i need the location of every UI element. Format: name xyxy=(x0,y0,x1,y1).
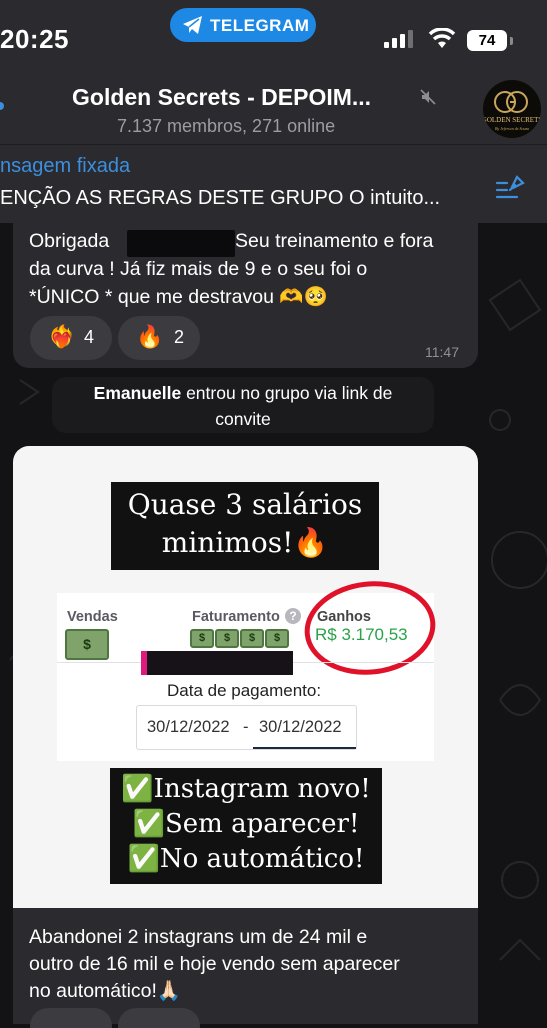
message-image[interactable]: Quase 3 salários minimos!🔥 Vendas $ Fatu… xyxy=(13,446,478,908)
avatar[interactable]: GOLDEN SECRETS By Jeferson de Souza xyxy=(483,80,541,138)
status-bar: 20:25 TELEGRAM 74 xyxy=(0,0,547,62)
pinned-label: nsagem fixada xyxy=(0,155,131,177)
telegram-label: TELEGRAM xyxy=(210,16,310,35)
clock: 20:25 xyxy=(0,24,69,54)
banner-top: Quase 3 salários minimos!🔥 xyxy=(111,482,379,570)
sales-dashboard: Vendas $ Faturamento ? $ $ $ $ Ganhos R$… xyxy=(57,581,436,761)
wifi-icon xyxy=(428,28,456,48)
reaction-pill[interactable] xyxy=(118,1008,200,1028)
battery-icon: 74 xyxy=(467,30,507,51)
back-indicator[interactable] xyxy=(0,102,4,110)
chat-header[interactable]: Golden Secrets - DEPOIM... 7.137 membros… xyxy=(0,62,547,144)
chat-title: Golden Secrets - DEPOIM... xyxy=(72,84,372,110)
payment-date-label: Data de pagamento: xyxy=(167,681,322,700)
pinned-text: ENÇÃO AS REGRAS DESTE GRUPO O intuito... xyxy=(0,187,441,209)
reaction-count: 4 xyxy=(84,327,95,347)
banner-line: ✅Sem aparecer! xyxy=(132,809,360,839)
banner-bottom: ✅Instagram novo! ✅Sem aparecer! ✅No auto… xyxy=(110,768,382,884)
message-bubble[interactable]: Obrigada Seu treinamento e fora da curva… xyxy=(13,222,478,368)
return-to-telegram-pill[interactable]: TELEGRAM xyxy=(170,8,316,42)
message-line: Abandonei 2 instagrans um de 24 mil e xyxy=(29,926,368,948)
message-line: Seu treinamento e fora xyxy=(235,230,434,252)
banner-line: ✅Instagram novo! xyxy=(121,774,371,804)
message-line: da curva ! Já fiz mais de 9 e o seu foi … xyxy=(29,258,368,280)
col-faturamento: Faturamento xyxy=(192,609,280,625)
redacted-block xyxy=(141,651,293,675)
battery-tip xyxy=(510,37,513,45)
banner-line: minimos!🔥 xyxy=(161,526,329,559)
date-to: 30/12/2022 xyxy=(259,718,342,736)
reaction-fire[interactable]: 🔥 2 xyxy=(118,316,200,360)
mute-icon xyxy=(420,89,436,105)
message-line: Obrigada xyxy=(29,230,110,252)
service-text-line2: convite xyxy=(215,409,271,429)
message-line: outro de 16 mil e hoje vendo sem aparece… xyxy=(29,953,400,975)
money-icon: $ xyxy=(265,629,289,648)
reaction-count: 2 xyxy=(174,327,185,347)
date-separator: - xyxy=(243,718,249,736)
member-count: 7.137 membros, 271 online xyxy=(117,116,336,136)
pinned-message-bar[interactable]: nsagem fixada ENÇÃO AS REGRAS DESTE GRUP… xyxy=(0,144,547,223)
banner-line: ✅No automático! xyxy=(127,844,365,874)
avatar-script: By Jeferson de Souza xyxy=(495,126,529,131)
reaction-emoji: 🔥 xyxy=(136,324,164,349)
money-icon: $ xyxy=(65,629,109,660)
money-icon: $ xyxy=(240,629,264,648)
telegram-plane-icon xyxy=(183,16,202,34)
message-time: 11:47 xyxy=(425,344,459,360)
service-message: Emanuelle entrou no grupo via link de co… xyxy=(52,377,434,433)
reaction-pill[interactable] xyxy=(30,1008,112,1028)
money-icon: $ xyxy=(190,629,214,648)
date-underline xyxy=(253,747,356,749)
reaction-fire-heart[interactable]: ❤️‍🔥 4 xyxy=(30,316,112,360)
message-bubble[interactable]: Abandonei 2 instagrans um de 24 mil e ou… xyxy=(13,908,478,1028)
message-line: no automático!🙏🏻 xyxy=(29,980,182,1002)
red-circle-annotation xyxy=(304,581,436,675)
avatar-text: GOLDEN SECRETS xyxy=(483,116,541,124)
message-text: Obrigada xyxy=(29,228,109,256)
service-text: entrou no grupo via link de xyxy=(181,383,393,403)
joined-user-name: Emanuelle xyxy=(93,383,182,403)
date-from: 30/12/2022 xyxy=(147,718,230,736)
col-vendas: Vendas xyxy=(67,609,118,625)
redacted-name xyxy=(127,230,235,257)
signal-icon xyxy=(384,30,413,48)
date-range-field: 30/12/2022 - 30/12/2022 xyxy=(136,705,357,750)
reaction-emoji: ❤️‍🔥 xyxy=(48,324,76,349)
money-icon: $ xyxy=(215,629,239,648)
pin-list-icon[interactable] xyxy=(495,173,527,201)
banner-line: Quase 3 salários xyxy=(127,488,363,521)
message-line: *ÚNICO * que me destravou 🫶🥺 xyxy=(29,286,328,308)
golden-secrets-logo: GOLDEN SECRETS By Jeferson de Souza xyxy=(483,91,541,131)
